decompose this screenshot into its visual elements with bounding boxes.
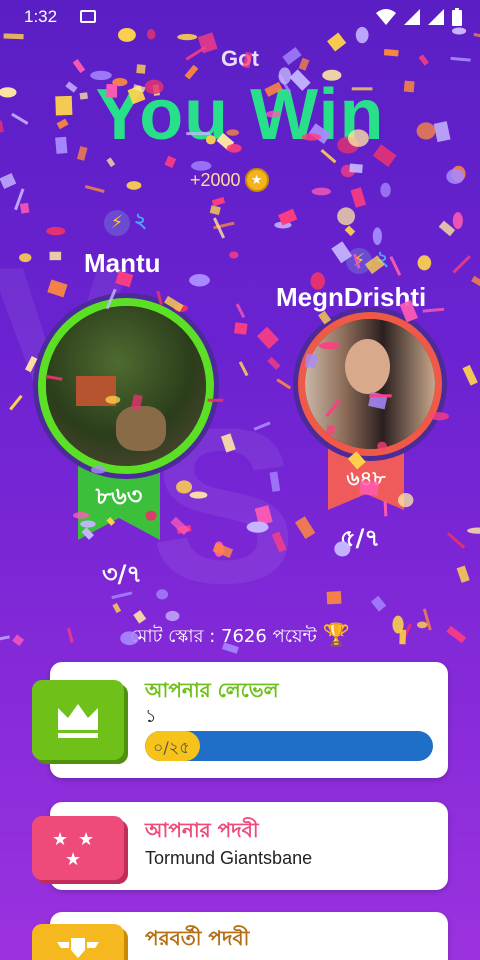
confetti-piece bbox=[311, 187, 331, 196]
confetti-piece bbox=[380, 182, 391, 198]
confetti-piece bbox=[294, 516, 316, 540]
confetti-piece bbox=[471, 275, 480, 289]
confetti-piece bbox=[451, 165, 466, 182]
svg-text:★: ★ bbox=[78, 829, 94, 850]
confetti-piece bbox=[446, 532, 466, 549]
confetti-piece bbox=[452, 255, 471, 274]
signal-icon bbox=[428, 9, 444, 25]
player2-avatar bbox=[298, 312, 442, 456]
confetti-piece bbox=[112, 602, 122, 614]
confetti-piece bbox=[267, 356, 281, 370]
next-rank-card[interactable]: পরবর্তী পদবী bbox=[32, 912, 448, 960]
coin-icon: ★ bbox=[244, 168, 269, 192]
confetti-piece bbox=[456, 565, 470, 583]
total-score-text: মোট স্কোর : 7626 পয়েন্ট bbox=[130, 626, 317, 647]
confetti-piece bbox=[389, 255, 402, 276]
battery-icon bbox=[452, 8, 462, 26]
player2-correct-count: ৫/৭ bbox=[340, 524, 380, 552]
status-icons bbox=[376, 8, 462, 26]
confetti-piece bbox=[106, 157, 116, 168]
confetti-piece bbox=[209, 205, 221, 216]
player2-score: ৬৪৮ bbox=[346, 466, 386, 490]
coin-reward-value: +2000 bbox=[190, 169, 241, 190]
svg-text:★: ★ bbox=[52, 829, 68, 850]
confetti-piece bbox=[189, 273, 210, 287]
level-value: ১ bbox=[145, 706, 157, 726]
confetti-piece bbox=[337, 207, 356, 226]
player1-avatar bbox=[38, 298, 214, 474]
player1-score: ৮৬৩ bbox=[95, 482, 143, 510]
confetti-piece bbox=[234, 322, 248, 335]
confetti-piece bbox=[326, 591, 342, 605]
crown-icon bbox=[58, 704, 98, 738]
bolt-icon: ⚡ bbox=[346, 247, 372, 274]
confetti-piece bbox=[462, 364, 478, 386]
confetti-piece bbox=[256, 326, 280, 349]
confetti-piece bbox=[84, 184, 105, 193]
svg-text:★: ★ bbox=[65, 849, 81, 870]
confetti-piece bbox=[349, 163, 363, 174]
level-card[interactable]: আপনার লেভেল ১ ০/২৫ bbox=[32, 662, 448, 778]
level-badge bbox=[32, 680, 124, 760]
confetti-piece bbox=[350, 187, 367, 208]
status-time: 1:32 bbox=[24, 7, 58, 26]
confetti-piece bbox=[229, 251, 239, 259]
confetti-piece bbox=[3, 33, 24, 40]
level-progress-bar: ০/২৫ bbox=[145, 731, 433, 761]
confetti-piece bbox=[126, 181, 142, 190]
confetti-piece bbox=[211, 196, 226, 207]
signal-icon bbox=[404, 9, 420, 25]
avatar-photo-detail bbox=[76, 376, 116, 406]
confetti-piece bbox=[213, 217, 226, 239]
confetti-piece bbox=[0, 173, 17, 189]
coin-reward: +2000 ★ bbox=[190, 168, 269, 192]
confetti-piece bbox=[467, 527, 480, 534]
confetti-piece bbox=[213, 221, 235, 230]
confetti-piece bbox=[177, 33, 198, 41]
confetti-piece bbox=[14, 188, 25, 211]
next-rank-badge bbox=[32, 924, 124, 960]
player2-level: ⚡ ২ bbox=[346, 244, 389, 277]
rank-badge: ★ ★ ★ bbox=[32, 816, 124, 880]
player1-level-value: ২ bbox=[134, 208, 148, 232]
confetti-piece bbox=[452, 212, 463, 230]
avatar-photo-detail bbox=[345, 339, 390, 394]
image-notification-icon bbox=[80, 10, 96, 23]
result-title: You Win bbox=[95, 75, 385, 155]
level-progress-text: ০/২৫ bbox=[153, 738, 190, 757]
player1-level: ⚡ ২ bbox=[104, 206, 147, 239]
confetti-piece bbox=[19, 202, 30, 214]
status-bar: 1:32 bbox=[0, 0, 480, 34]
confetti-piece bbox=[417, 255, 432, 271]
player2-level-value: ২ bbox=[376, 246, 390, 270]
confetti-piece bbox=[164, 155, 177, 169]
bolt-icon: ⚡ bbox=[104, 209, 130, 236]
rank-card-title: আপনার পদবী bbox=[145, 818, 259, 842]
stars-icon: ★ ★★ bbox=[52, 829, 94, 870]
confetti-piece bbox=[372, 227, 382, 246]
next-rank-card-title: পরবর্তী পদবী bbox=[145, 926, 250, 950]
rank-value: Tormund Giantsbane bbox=[145, 848, 313, 868]
got-label: Got bbox=[221, 46, 259, 71]
confetti-piece bbox=[235, 303, 246, 318]
confetti-piece bbox=[446, 168, 465, 184]
confetti-piece bbox=[370, 595, 387, 612]
player1-correct-count: ৩/৭ bbox=[102, 560, 142, 588]
confetti-piece bbox=[438, 220, 456, 237]
confetti-piece bbox=[344, 225, 356, 237]
trophy-icon: 🏆 bbox=[322, 623, 350, 648]
confetti-piece bbox=[278, 208, 298, 226]
confetti-piece bbox=[340, 164, 356, 178]
total-score: মোট স্কোর : 7626 পয়েন্ট 🏆 bbox=[0, 622, 480, 653]
avatar-photo-detail bbox=[116, 406, 166, 451]
level-card-title: আপনার লেভেল bbox=[145, 678, 279, 702]
confetti-piece bbox=[274, 221, 292, 229]
player2-name: MegnDrishti bbox=[276, 282, 427, 312]
rank-card[interactable]: ★ ★ ★ আপনার পদবী Tormund Giantsbane bbox=[32, 802, 448, 890]
confetti-piece bbox=[238, 361, 249, 377]
wifi-icon bbox=[376, 9, 396, 25]
player1-name: Mantu bbox=[84, 248, 161, 278]
shield-wings-icon bbox=[57, 938, 99, 958]
game-result-screen: V S 1:32 Got You Win +2000 ★ ⚡ ২ Mantu ৮… bbox=[0, 0, 480, 960]
